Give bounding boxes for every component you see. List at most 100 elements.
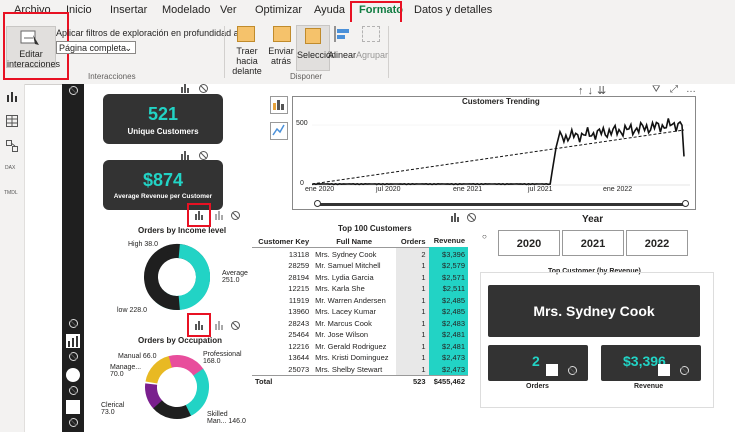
filter-interaction-icon[interactable] <box>180 83 190 93</box>
filter-bar-chart-icon[interactable] <box>66 334 80 348</box>
cell-customer-key: 12215 <box>288 284 310 294</box>
trend-line-dashed <box>312 129 685 185</box>
table-row[interactable]: 13644 Mrs. Kristi Dominguez 1 $2,473 <box>252 352 468 364</box>
tab-ver[interactable]: Ver <box>220 4 237 16</box>
group-icon <box>362 26 380 42</box>
tab-ayuda[interactable]: Ayuda <box>314 4 345 16</box>
more-options-icon[interactable]: … <box>686 84 696 95</box>
table-row[interactable]: 25464 Mr. Jose Wilson 1 $2,481 <box>252 329 468 341</box>
table-row[interactable]: 28243 Mr. Marcus Cook 1 $2,483 <box>252 317 468 329</box>
trend-ytick-0: 0 <box>300 180 304 187</box>
cell-orders: 1 <box>396 283 429 295</box>
drill-arrows-icon[interactable]: ↑↓⇊ <box>578 84 610 97</box>
highlight-interaction-icon[interactable] <box>214 320 224 330</box>
none-interaction-icon[interactable] <box>680 366 689 375</box>
revenue-card[interactable]: $3,396 <box>601 345 701 381</box>
table-row[interactable]: 12215 Mrs. Karla She 1 $2,511 <box>252 283 468 295</box>
cell-orders: 1 <box>396 306 429 318</box>
occupation-label-skilled: Skilled Man... 146.0 <box>207 411 246 425</box>
none-interaction-icon[interactable] <box>199 84 208 93</box>
table-row[interactable]: 13118 Mrs. Sydney Cook 2 $3,396 <box>252 247 468 260</box>
trend-title: Customers Trending <box>462 97 540 106</box>
tab-optimizar[interactable]: Optimizar <box>255 4 302 16</box>
filter-interaction-icon[interactable] <box>194 210 204 220</box>
top-customer-card[interactable]: Mrs. Sydney Cook <box>488 285 700 337</box>
cell-full-name: Mrs. Kristi Dominguez <box>315 353 389 363</box>
trend-line-plot <box>312 118 690 186</box>
no-filter-icon[interactable] <box>69 352 78 361</box>
bring-forward-button[interactable]: Traer hacia delante <box>229 26 265 76</box>
cell-orders: 1 <box>396 329 429 341</box>
col-full-name[interactable]: Full Name <box>312 235 397 248</box>
orders-label: Orders <box>526 383 549 390</box>
top-customers-table[interactable]: Customer Key Full Name Orders Revenue 13… <box>252 235 468 388</box>
none-interaction-icon[interactable] <box>568 366 577 375</box>
no-filter-icon[interactable] <box>69 418 78 427</box>
tab-insertar[interactable]: Insertar <box>110 4 147 16</box>
scroll-handle-right[interactable] <box>682 200 689 207</box>
table-row[interactable]: 11919 Mr. Warren Andersen 1 $2,485 <box>252 294 468 306</box>
filter-interaction-icon[interactable] <box>194 320 204 330</box>
model-view-icon[interactable] <box>6 140 18 152</box>
tab-inicio[interactable]: Inicio <box>66 4 92 16</box>
cell-customer-key: 25464 <box>288 330 310 340</box>
cell-full-name: Mr. Samuel Mitchell <box>315 261 381 271</box>
year-2020-button[interactable]: 2020 <box>498 230 560 256</box>
col-orders[interactable]: Orders <box>396 235 429 248</box>
align-button[interactable]: Alinear <box>328 26 356 70</box>
filter-interaction-icon[interactable] <box>658 364 670 376</box>
top-customer-title: Top Customer (by Revenue) <box>548 268 641 275</box>
group-button[interactable]: Agrupar <box>356 26 388 70</box>
none-interaction-icon[interactable] <box>467 213 476 222</box>
selection-button[interactable]: Selección <box>296 25 336 71</box>
focus-mode-icon[interactable]: ⤢ <box>670 84 678 95</box>
table-row[interactable]: 28259 Mr. Samuel Mitchell 1 $2,579 <box>252 260 468 272</box>
cell-revenue: $2,485 <box>428 294 468 306</box>
orders-card[interactable]: 2 <box>488 345 588 381</box>
year-2021-button[interactable]: 2021 <box>562 230 624 256</box>
filter-interaction-icon[interactable] <box>546 364 558 376</box>
chart-filter-icon[interactable] <box>270 96 288 114</box>
year-slicer-title: Year <box>582 214 604 225</box>
col-revenue[interactable]: Revenue <box>428 235 468 249</box>
filter-interaction-icon[interactable] <box>450 212 460 222</box>
no-filter-icon[interactable] <box>69 319 78 328</box>
drill-select-value: Página completa <box>59 43 127 53</box>
no-filter-icon[interactable] <box>69 86 78 95</box>
report-view-icon[interactable] <box>6 90 18 102</box>
income-donut-chart[interactable] <box>140 240 214 314</box>
none-interaction-icon[interactable] <box>231 321 240 330</box>
trend-scrollbar[interactable] <box>318 203 686 206</box>
highlight-interaction-icon[interactable] <box>214 210 224 220</box>
col-customer-key[interactable]: Customer Key <box>252 235 313 248</box>
globe-icon[interactable] <box>66 368 80 382</box>
no-filter-icon[interactable] <box>69 386 78 395</box>
cell-revenue: $2,511 <box>428 283 468 295</box>
none-interaction-icon[interactable] <box>199 151 208 160</box>
chart-highlight-icon[interactable] <box>270 122 288 140</box>
unique-customers-card[interactable]: 521 Unique Customers <box>103 94 223 144</box>
filter-table-icon[interactable] <box>66 400 80 414</box>
table-row[interactable]: 28194 Mrs. Lydia Garcia 1 $2,571 <box>252 271 468 283</box>
filter-interaction-icon[interactable] <box>180 150 190 160</box>
dax-query-icon[interactable]: DAX <box>5 165 15 171</box>
table-row[interactable]: 25073 Mrs. Shelby Stewart 1 $2,473 <box>252 363 468 376</box>
drill-filters-select[interactable]: Página completa ⌄ <box>56 41 136 54</box>
table-view-icon[interactable] <box>6 115 18 127</box>
cell-full-name: Mr. Warren Andersen <box>315 295 386 305</box>
table-row[interactable]: 13960 Mrs. Lacey Kumar 1 $2,485 <box>252 306 468 318</box>
filter-funnel-icon[interactable]: ⛛ <box>652 84 660 95</box>
cell-full-name: Mrs. Shelby Stewart <box>315 364 383 374</box>
tab-modelado[interactable]: Modelado <box>162 4 210 16</box>
none-interaction-icon[interactable] <box>231 211 240 220</box>
table-row[interactable]: 12216 Mr. Gerald Rodriguez 1 $2,481 <box>252 340 468 352</box>
drill-filters-label: Aplicar filtros de exploración en profun… <box>56 28 239 38</box>
send-backward-button[interactable]: Enviar atrás <box>267 26 295 70</box>
total-label: Total <box>255 377 273 387</box>
tmdl-view-icon[interactable]: TMDL <box>4 190 18 196</box>
cell-customer-key: 28194 <box>288 272 310 282</box>
scroll-handle-left[interactable] <box>314 200 321 207</box>
tab-datos-detalles[interactable]: Datos y detalles <box>414 4 492 16</box>
year-2022-button[interactable]: 2022 <box>626 230 688 256</box>
cell-orders: 1 <box>396 352 429 364</box>
